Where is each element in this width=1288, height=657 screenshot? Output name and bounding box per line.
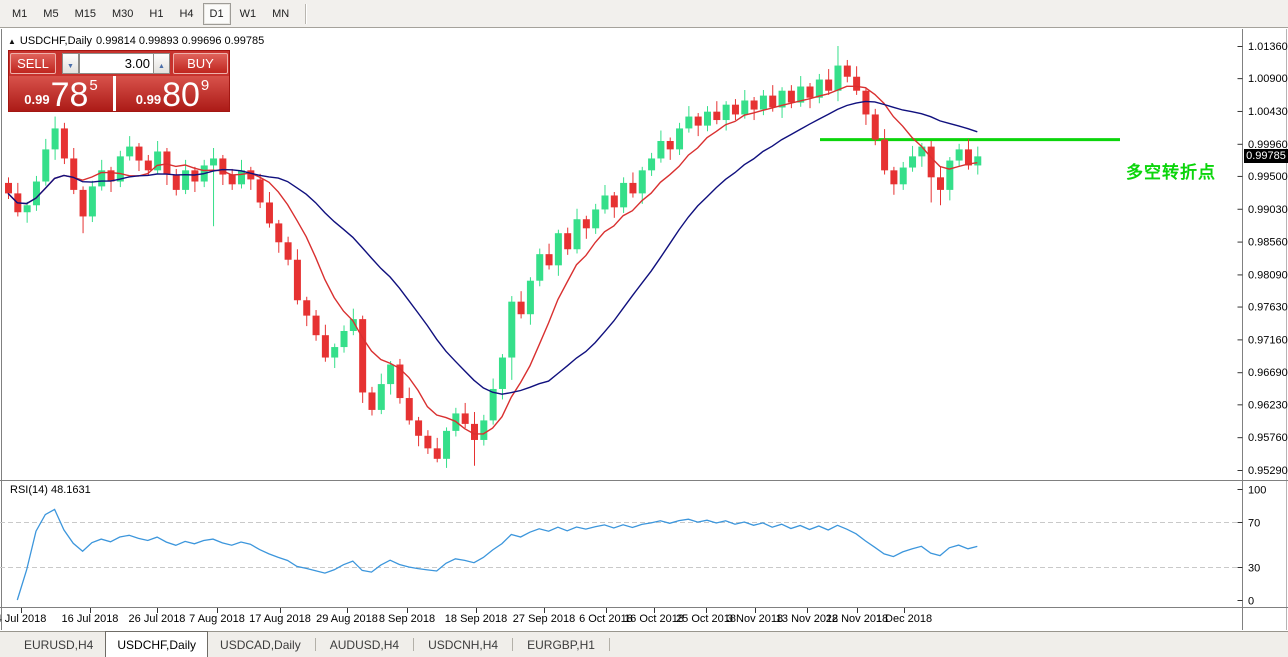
sell-price-big: 78: [50, 81, 90, 111]
svg-text:1.00900: 1.00900: [1248, 73, 1288, 85]
tab-eurgbp-h1[interactable]: EURGBP,H1: [515, 632, 607, 657]
svg-text:17 Aug 2018: 17 Aug 2018: [249, 613, 311, 625]
timeframe-button-m1[interactable]: M1: [5, 3, 34, 25]
mt4-window: 100703001.013601.009001.004300.999600.99…: [0, 0, 1288, 657]
svg-text:70: 70: [1248, 518, 1260, 530]
svg-text:0.97630: 0.97630: [1248, 302, 1288, 314]
collapse-chart-icon[interactable]: ▲: [8, 37, 16, 46]
tab-usdcnh-h4[interactable]: USDCNH,H4: [416, 632, 510, 657]
tab-usdchf-daily[interactable]: USDCHF,Daily: [105, 631, 208, 657]
timeframe-button-m30[interactable]: M30: [105, 3, 140, 25]
timeframe-button-m5[interactable]: M5: [36, 3, 65, 25]
svg-text:16 Jul 2018: 16 Jul 2018: [62, 613, 119, 625]
svg-text:0.99500: 0.99500: [1248, 171, 1288, 183]
svg-text:0.98560: 0.98560: [1248, 237, 1288, 249]
svg-text:16 Oct 2018: 16 Oct 2018: [624, 613, 684, 625]
buy-price-big: 80: [161, 81, 201, 111]
timeframe-button-mn[interactable]: MN: [265, 3, 296, 25]
price-axis: 1.013601.009001.004300.999600.995000.990…: [1238, 41, 1288, 477]
svg-text:1.00430: 1.00430: [1248, 106, 1288, 118]
ma-slow-line: [8, 101, 977, 394]
svg-text:0.99030: 0.99030: [1248, 204, 1288, 216]
tab-separator: [413, 638, 414, 651]
toolbar-separator: [305, 4, 307, 24]
time-axis: 4 Jul 2018 16 Jul 2018 26 Jul 20187 Aug 20…: [0, 608, 932, 625]
svg-text:7 Aug 2018: 7 Aug 2018: [189, 613, 245, 625]
sell-price-sup: 5: [89, 76, 97, 93]
svg-text:4 Jul 2018: 4 Jul 2018: [0, 613, 46, 625]
timeframe-toolbar: M1M5M15M30H1H4D1W1MN: [0, 0, 1288, 28]
buy-price-sup: 9: [201, 76, 209, 93]
timeframe-button-m15[interactable]: M15: [68, 3, 103, 25]
timeframe-button-d1[interactable]: D1: [203, 3, 231, 25]
chart-frame: [0, 29, 1288, 630]
svg-text:8 Sep 2018: 8 Sep 2018: [379, 613, 435, 625]
svg-text:0.98090: 0.98090: [1248, 269, 1288, 281]
svg-text:1.01360: 1.01360: [1248, 41, 1288, 53]
tab-usdcad-daily[interactable]: USDCAD,Daily: [208, 632, 313, 657]
chart-ohlc-values: 0.99814 0.99893 0.99696 0.99785: [96, 35, 264, 47]
one-click-trading-panel: SELL ▼ ▲ BUY 0.99785 0.99809: [8, 50, 230, 112]
buy-price-prefix: 0.99: [136, 93, 161, 111]
svg-text:29 Aug 2018: 29 Aug 2018: [316, 613, 378, 625]
buy-price-button[interactable]: 0.99809: [116, 76, 229, 111]
tab-eurusd-h4[interactable]: EURUSD,H4: [12, 632, 105, 657]
svg-text:0.95290: 0.95290: [1248, 465, 1288, 477]
svg-text:100: 100: [1248, 485, 1266, 497]
svg-text:26 Jul 2018: 26 Jul 2018: [129, 613, 186, 625]
arrow-down-icon: ▼: [67, 63, 74, 70]
trend-annotation: 多空转折点: [1126, 158, 1226, 183]
svg-text:3 Nov 2018: 3 Nov 2018: [727, 613, 783, 625]
tab-audusd-h4[interactable]: AUDUSD,H4: [318, 632, 411, 657]
svg-text:0.95760: 0.95760: [1248, 432, 1288, 444]
svg-text:18 Sep 2018: 18 Sep 2018: [445, 613, 507, 625]
svg-text:1 Dec 2018: 1 Dec 2018: [876, 613, 932, 625]
svg-text:27 Sep 2018: 27 Sep 2018: [513, 613, 575, 625]
tab-separator: [315, 638, 316, 651]
volume-decrease-button[interactable]: ▼: [62, 53, 79, 74]
volume-increase-button[interactable]: ▲: [153, 53, 170, 74]
timeframe-button-h4[interactable]: H4: [172, 3, 200, 25]
current-price-tag: 0.99785: [1244, 149, 1288, 163]
svg-text:0.96230: 0.96230: [1248, 399, 1288, 411]
buy-button[interactable]: BUY: [173, 53, 228, 74]
svg-text:30: 30: [1248, 563, 1260, 575]
svg-text:0.96690: 0.96690: [1248, 367, 1288, 379]
sell-button[interactable]: SELL: [10, 53, 56, 74]
arrow-up-icon: ▲: [158, 63, 165, 70]
rsi-axis: 100 70 30 0: [0, 485, 1266, 608]
chart-symbol-label: USDCHF,Daily: [20, 35, 92, 47]
timeframe-button-w1[interactable]: W1: [233, 3, 264, 25]
sell-price-button[interactable]: 0.99785: [9, 76, 116, 111]
tab-separator: [609, 638, 610, 651]
sell-price-prefix: 0.99: [24, 93, 49, 111]
chart-symbol-ohlc: ▲ USDCHF,Daily 0.99814 0.99893 0.99696 0.9…: [8, 35, 268, 47]
chart-tabbar: EURUSD,H4USDCHF,DailyUSDCAD,DailyAUDUSD,…: [0, 631, 1288, 657]
volume-input[interactable]: [79, 53, 155, 74]
svg-text:0: 0: [1248, 596, 1254, 608]
timeframe-button-h1[interactable]: H1: [142, 3, 170, 25]
svg-text:0.97160: 0.97160: [1248, 334, 1288, 346]
tab-separator: [512, 638, 513, 651]
rsi-indicator-label: RSI(14) 48.1631: [10, 484, 91, 496]
